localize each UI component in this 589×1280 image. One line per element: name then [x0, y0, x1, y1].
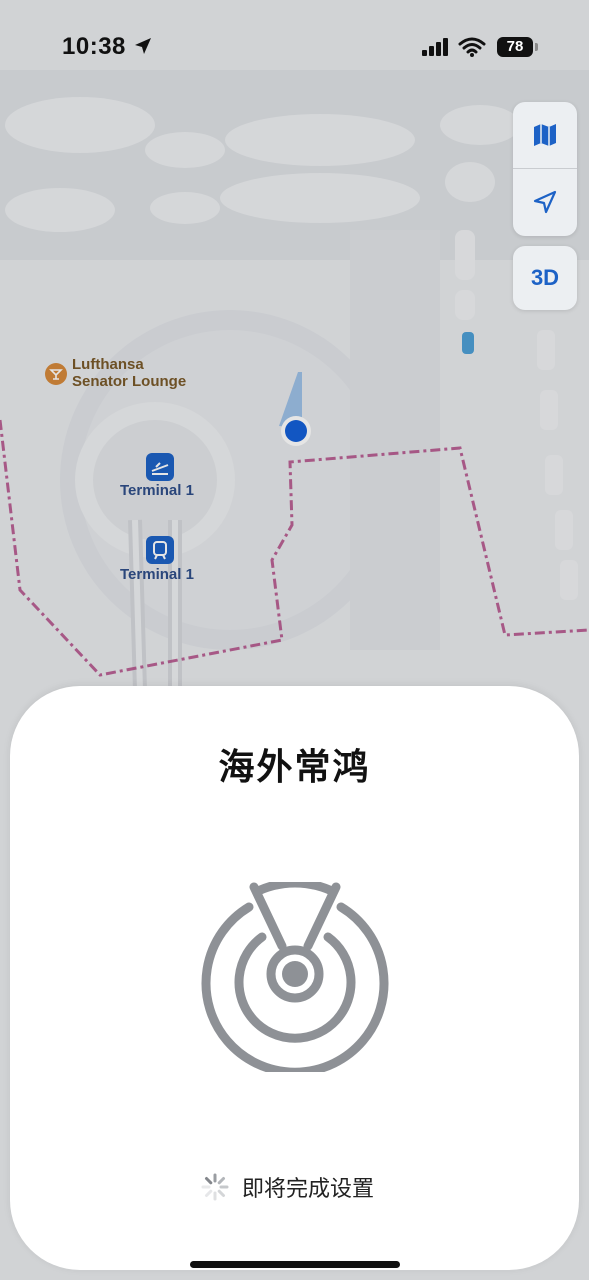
loading-spinner-icon	[201, 1173, 229, 1201]
findmy-radar-icon	[201, 882, 389, 1072]
map-3d-control: 3D	[513, 246, 577, 310]
setup-status-text: 即将完成设置	[242, 1176, 375, 1201]
wifi-icon	[458, 37, 486, 57]
location-arrow-icon	[533, 190, 557, 214]
map-mode-button[interactable]	[513, 102, 577, 168]
setup-sheet: 海外常鸿 即将完成设置	[10, 686, 579, 1270]
map-icon	[534, 124, 556, 146]
3d-toggle-button[interactable]: 3D	[513, 246, 577, 310]
battery-level: 78	[506, 38, 524, 55]
battery-cap	[535, 43, 538, 51]
map-controls-group	[513, 102, 577, 236]
status-time: 10:38	[62, 33, 126, 60]
locate-me-button[interactable]	[513, 169, 577, 235]
cellular-signal-icon	[422, 38, 448, 56]
location-services-icon	[135, 38, 151, 54]
status-bar: 10:38 78	[0, 0, 589, 96]
sheet-title: 海外常鸿	[218, 746, 371, 787]
home-indicator[interactable]	[190, 1261, 400, 1268]
battery-icon: 78	[497, 37, 533, 57]
setup-status-row: 即将完成设置	[200, 1172, 374, 1202]
